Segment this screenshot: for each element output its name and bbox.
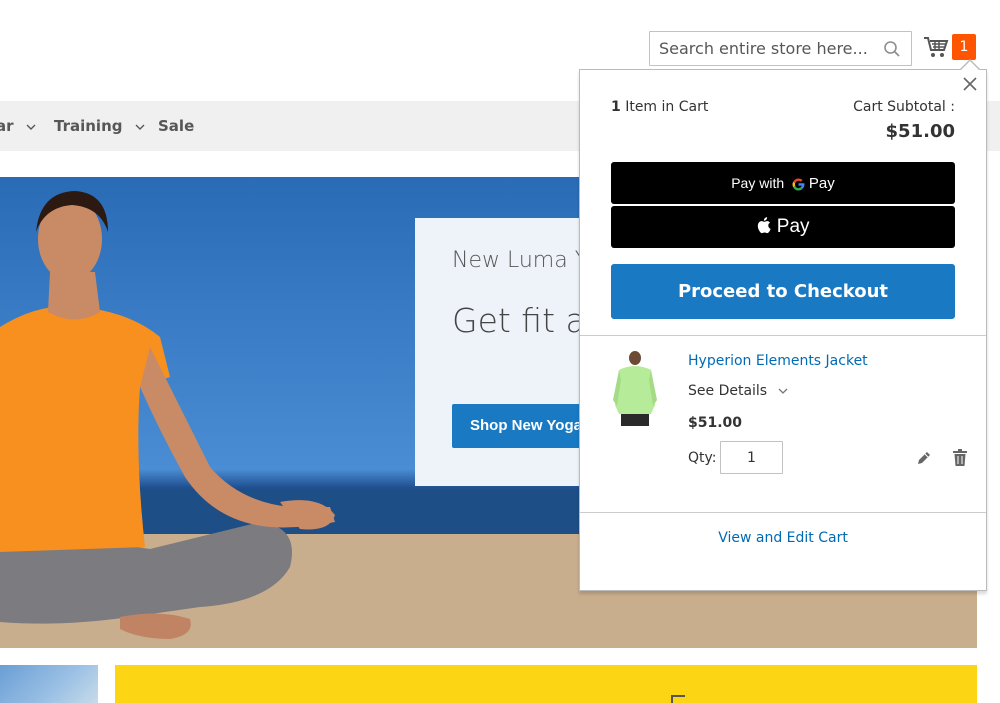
- minicart-caret-inner: [961, 61, 979, 70]
- apple-icon: [758, 217, 772, 234]
- product-thumbnail[interactable]: [611, 350, 659, 434]
- google-pay-button[interactable]: Pay with Pay: [611, 162, 955, 204]
- promo-glyph: [671, 695, 685, 703]
- nav-item-gear[interactable]: ar: [0, 101, 36, 151]
- product-price: $51.00: [688, 415, 743, 431]
- nav-item-training[interactable]: Training: [54, 101, 145, 151]
- chevron-down-icon: [778, 388, 788, 394]
- cart-count-badge[interactable]: 1: [952, 34, 976, 60]
- close-icon[interactable]: [962, 76, 978, 92]
- see-details-toggle[interactable]: See Details: [688, 383, 788, 399]
- chevron-down-icon: [135, 124, 145, 130]
- applepay-label: Pay: [776, 216, 810, 237]
- cart-icon[interactable]: [923, 35, 949, 59]
- pencil-icon[interactable]: [916, 450, 932, 466]
- qty-input[interactable]: [720, 441, 783, 474]
- proceed-to-checkout-button[interactable]: Proceed to Checkout: [611, 264, 955, 319]
- promo-eyebrow: New Luma Y: [452, 248, 589, 273]
- subtotal-value: $51.00: [885, 121, 955, 142]
- subtotal-label: Cart Subtotal :: [853, 99, 955, 115]
- search-box: [649, 31, 912, 66]
- promo-block-yellow[interactable]: [115, 665, 977, 703]
- gpay-brand: Pay: [808, 175, 835, 192]
- minicart-dropdown: 1 Item in Cart Cart Subtotal : $51.00 Pa…: [579, 69, 987, 591]
- nav-item-label: Sale: [158, 117, 195, 135]
- search-input[interactable]: [650, 32, 878, 65]
- product-name-link[interactable]: Hyperion Elements Jacket: [688, 353, 868, 369]
- items-count-label: Item in Cart: [625, 99, 709, 115]
- chevron-down-icon: [26, 124, 36, 130]
- nav-item-label: Training: [54, 117, 123, 135]
- search-icon[interactable]: [883, 40, 901, 58]
- qty-label: Qty:: [688, 450, 717, 466]
- apple-pay-button[interactable]: Pay: [611, 206, 955, 248]
- promo-block-left[interactable]: [0, 665, 98, 703]
- nav-item-label: ar: [0, 117, 14, 135]
- items-count-number: 1: [611, 99, 621, 115]
- divider: [580, 335, 986, 336]
- shop-new-yoga-button[interactable]: Shop New Yoga: [452, 404, 600, 448]
- view-and-edit-cart-link[interactable]: View and Edit Cart: [580, 530, 986, 546]
- google-g-icon: [792, 178, 805, 191]
- trash-icon[interactable]: [952, 448, 968, 467]
- items-count: 1 Item in Cart: [611, 99, 708, 115]
- nav-item-sale[interactable]: Sale: [158, 101, 194, 151]
- see-details-label: See Details: [688, 383, 768, 399]
- divider: [580, 512, 986, 513]
- gpay-label: Pay with: [731, 175, 785, 191]
